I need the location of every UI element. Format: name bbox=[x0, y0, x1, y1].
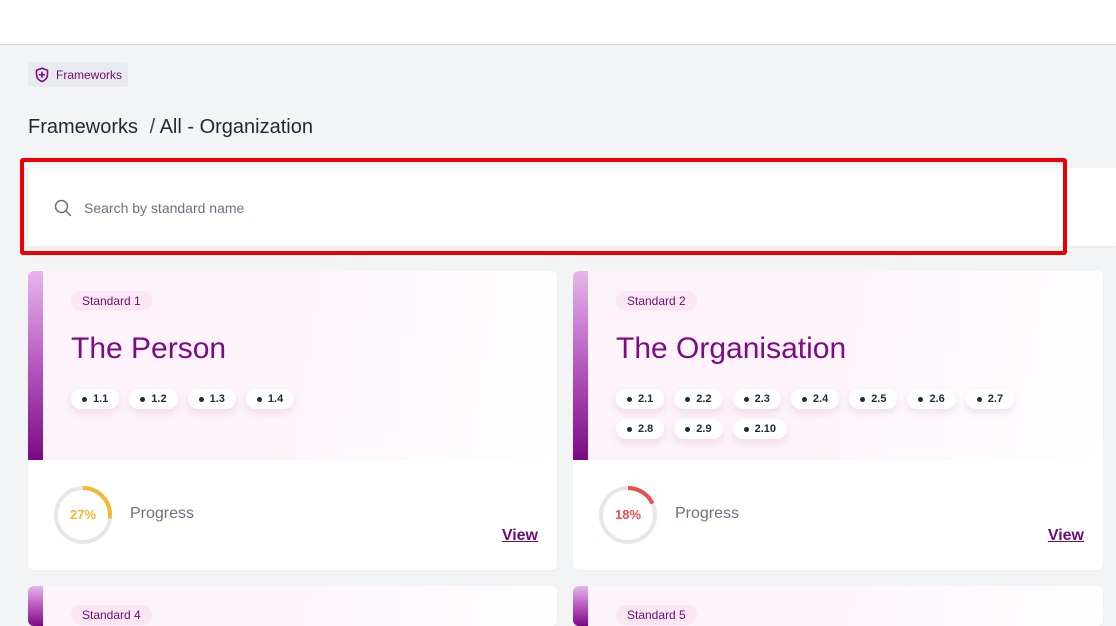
bullet-dot-icon bbox=[198, 396, 204, 402]
standard-card-2: Standard 2 The Organisation 2.1 2.2 2.3 2.4… bbox=[573, 271, 1103, 570]
bullet-dot-icon bbox=[685, 396, 691, 402]
card-accent-bar bbox=[573, 271, 588, 460]
top-bar bbox=[0, 0, 1116, 45]
breadcrumb-label: Frameworks bbox=[56, 67, 123, 82]
bullet-dot-icon bbox=[918, 396, 924, 402]
substandard-chip[interactable]: 1.4 bbox=[245, 389, 295, 409]
bullet-dot-icon bbox=[82, 396, 87, 402]
page-title-separator: / bbox=[149, 116, 156, 138]
standard-badge: Standard 4 bbox=[71, 605, 152, 625]
substandard-chip-label: 2.3 bbox=[754, 393, 770, 405]
substandard-chip[interactable]: 2.1 bbox=[616, 389, 665, 409]
standard-card-5: Standard 5 bbox=[573, 586, 1103, 626]
standard-badge: Standard 2 bbox=[616, 291, 697, 311]
substandard-chip-label: 2.1 bbox=[638, 393, 654, 405]
substandard-chip[interactable]: 2.3 bbox=[732, 389, 781, 409]
bullet-dot-icon bbox=[743, 396, 749, 402]
standard-title: The Person bbox=[71, 332, 227, 365]
bullet-dot-icon bbox=[860, 396, 866, 402]
page-title: Frameworks / All - Organization bbox=[28, 116, 313, 139]
standard-card-4: Standard 4 bbox=[28, 586, 557, 626]
bullet-dot-icon bbox=[743, 426, 749, 432]
substandard-chip[interactable]: 2.4 bbox=[790, 389, 840, 409]
substandard-chip-label: 1.3 bbox=[209, 393, 225, 405]
bullet-dot-icon bbox=[685, 426, 691, 432]
substandard-chip[interactable]: 2.2 bbox=[674, 389, 723, 409]
standard-badge: Standard 5 bbox=[616, 605, 697, 625]
substandard-chip-label: 1.4 bbox=[267, 393, 284, 405]
substandard-chip-label: 2.7 bbox=[987, 393, 1004, 405]
view-link[interactable]: View bbox=[1048, 527, 1084, 545]
search-icon bbox=[54, 199, 72, 217]
search-input[interactable] bbox=[84, 196, 984, 220]
substandard-chip[interactable]: 1.2 bbox=[129, 389, 178, 409]
substandard-chip[interactable]: 2.5 bbox=[849, 389, 898, 409]
standard-title: The Organisation bbox=[616, 332, 847, 365]
progress-percent: 27% bbox=[69, 507, 97, 522]
page-title-primary: Frameworks bbox=[28, 116, 139, 138]
substandard-chip[interactable]: 2.7 bbox=[965, 389, 1015, 409]
substandard-chip-label: 2.9 bbox=[696, 423, 712, 435]
substandard-chip-label: 2.5 bbox=[871, 393, 887, 405]
bullet-dot-icon bbox=[140, 396, 146, 402]
substandard-chip[interactable]: 2.6 bbox=[907, 389, 956, 409]
standard-badge: Standard 1 bbox=[71, 291, 152, 311]
substandard-chip-label: 2.2 bbox=[696, 393, 712, 405]
breadcrumb[interactable]: Frameworks bbox=[28, 62, 129, 87]
substandard-chip[interactable]: 1.1 bbox=[71, 389, 120, 409]
bullet-dot-icon bbox=[627, 396, 632, 402]
substandard-chip[interactable]: 2.10 bbox=[732, 419, 788, 439]
substandard-chips: 1.1 1.2 1.3 1.4 bbox=[71, 389, 521, 409]
substandard-chip-label: 1.1 bbox=[93, 393, 109, 405]
bullet-dot-icon bbox=[256, 396, 262, 402]
progress-percent: 18% bbox=[614, 507, 642, 522]
substandard-chip[interactable]: 2.8 bbox=[616, 419, 665, 439]
substandard-chip[interactable]: 1.3 bbox=[187, 389, 236, 409]
card-accent-bar bbox=[28, 586, 43, 626]
bullet-dot-icon bbox=[801, 396, 807, 402]
substandard-chips: 2.1 2.2 2.3 2.4 2.5 2.6 2.7 2.8 2.9 2.10 bbox=[616, 389, 1066, 439]
shield-plus-icon bbox=[34, 66, 50, 83]
bullet-dot-icon bbox=[627, 426, 632, 432]
progress-label: Progress bbox=[130, 505, 195, 522]
substandard-chip-label: 1.2 bbox=[151, 393, 167, 405]
progress-label: Progress bbox=[675, 505, 740, 522]
bullet-dot-icon bbox=[976, 396, 982, 402]
substandard-chip-label: 2.8 bbox=[638, 423, 654, 435]
substandard-chip-label: 2.6 bbox=[929, 393, 945, 405]
substandard-chip-label: 2.4 bbox=[812, 393, 829, 405]
card-accent-bar bbox=[28, 271, 43, 460]
card-accent-bar bbox=[573, 586, 588, 626]
standard-card-1: Standard 1 The Person 1.1 1.2 1.3 1.4 27% P… bbox=[28, 271, 557, 570]
page-title-secondary: All - Organization bbox=[159, 116, 313, 138]
substandard-chip[interactable]: 2.9 bbox=[674, 419, 723, 439]
view-link[interactable]: View bbox=[502, 527, 538, 545]
substandard-chip-label: 2.10 bbox=[754, 423, 777, 435]
